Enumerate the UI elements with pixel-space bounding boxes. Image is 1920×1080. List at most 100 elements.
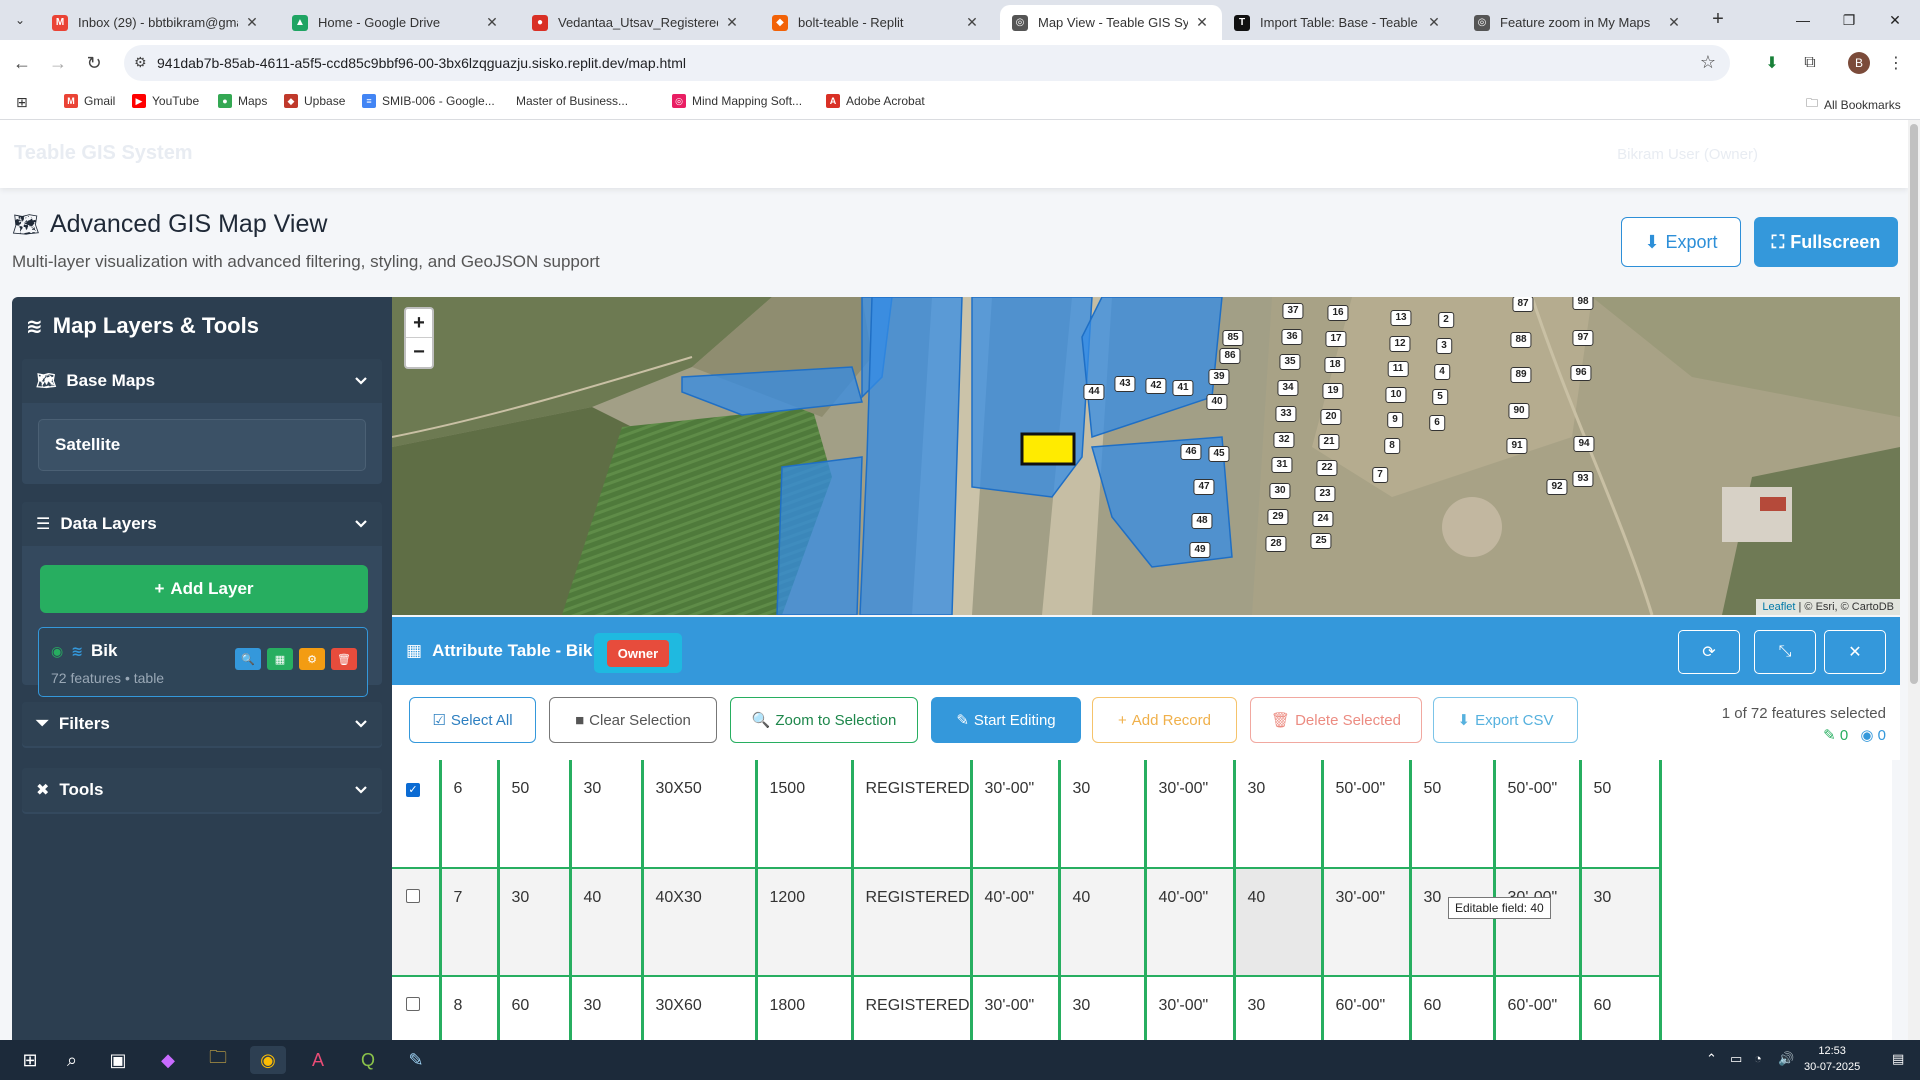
add-layer-button[interactable]: + Add Layer [40,565,368,613]
plot-label[interactable]: 37 [1282,303,1304,319]
table-cell[interactable]: 30 [570,976,644,1040]
select-all-button[interactable]: ☑ Select All [409,697,536,743]
delete-layer-trash-icon[interactable]: 🗑 [331,648,357,670]
plot-label[interactable]: 91 [1506,438,1528,454]
table-cell[interactable]: 40 [570,868,644,977]
table-cell[interactable]: 50'-00" [1322,760,1412,869]
table-cell[interactable]: 8 [440,976,500,1040]
table-cell[interactable]: 30'-00" [1494,868,1582,977]
plot-label[interactable]: 3 [1436,338,1452,354]
app-brand[interactable]: Teable GIS System [14,142,193,165]
row-checkbox[interactable] [406,997,420,1011]
bookmark-item[interactable]: ≡ SMIB-006 - Google... [362,94,495,108]
plot-label[interactable]: 17 [1325,331,1347,347]
plot-label[interactable]: 5 [1432,389,1448,405]
plot-label[interactable]: 11 [1387,361,1409,377]
leaflet-link[interactable]: Leaflet [1762,601,1795,613]
qgis-icon[interactable]: Q [350,1046,386,1074]
copilot-icon[interactable]: ◆ [150,1046,186,1074]
table-cell[interactable]: REGISTERED [852,976,973,1040]
forward-button[interactable]: → [44,49,72,77]
plot-label[interactable]: 93 [1572,471,1594,487]
table-cell[interactable]: 7 [440,868,500,977]
tools-header[interactable]: ✖ Tools [22,768,382,812]
notification-icon[interactable]: ▤ [1892,1051,1904,1067]
plot-label[interactable]: 34 [1277,380,1299,396]
table-cell[interactable]: 50 [498,760,572,869]
layer-card-bik[interactable]: ◉ ≋ Bik 72 features • table 🔍 ▦ ⚙ 🗑 [38,627,368,697]
restore-button[interactable]: ❐ [1826,0,1872,40]
zoom-out-button[interactable]: − [406,338,432,367]
refresh-button[interactable]: ⟳ [1678,630,1740,674]
table-cell[interactable]: REGISTERED [852,868,973,977]
bookmark-item[interactable]: ▶ YouTube [132,94,199,108]
table-cell[interactable]: 30'-00" [1145,976,1236,1040]
table-cell[interactable]: 30X50 [642,760,758,869]
site-info-icon[interactable]: ⚙ [134,54,147,71]
table-row[interactable]: 7 30 40 40X30 1200 REGISTERED 40'-00" 40 40'-00"… [392,868,1662,977]
table-cell[interactable]: 40'-00" [971,868,1061,977]
table-cell[interactable]: REGISTERED [852,760,973,869]
plot-label[interactable]: 32 [1273,432,1295,448]
start-windows-icon[interactable]: ⊞ [12,1046,48,1074]
base-maps-header[interactable]: 🗺 Base Maps [22,359,382,403]
map-canvas[interactable]: 37 16 13 2 87 98 36 17 12 3 88 97 85 86 35 18 11 4 89 96 44 4… [392,297,1900,615]
table-cell[interactable]: 30 [1410,868,1496,977]
data-layers-header[interactable]: ☰ Data Layers [22,502,382,546]
plot-label[interactable]: 97 [1572,330,1594,346]
plot-label[interactable]: 98 [1572,297,1594,310]
bookmark-item[interactable]: A Adobe Acrobat [826,94,925,108]
plot-label[interactable]: 12 [1389,336,1411,352]
base-map-select[interactable]: Satellite [38,419,366,471]
plot-label[interactable]: 28 [1265,536,1287,552]
download-icon[interactable]: ⬇ [1758,49,1786,77]
tab-close-icon[interactable]: ✕ [724,14,740,31]
table-cell[interactable]: 30 [1234,976,1324,1040]
bookmark-item[interactable]: M Gmail [64,94,115,108]
export-csv-button[interactable]: ⬇ Export CSV [1433,697,1578,743]
minimize-button[interactable]: — [1780,0,1826,40]
plot-label[interactable]: 10 [1385,387,1407,403]
browser-tab[interactable]: T Import Table: Base - Teable ✕ [1222,5,1454,40]
plot-label[interactable]: 25 [1310,533,1332,549]
browser-tab[interactable]: ◆ bolt-teable - Replit ✕ [760,5,992,40]
plot-label[interactable]: 18 [1324,357,1346,373]
app-a-icon[interactable]: A [300,1046,336,1074]
table-cell[interactable]: 30'-00" [971,760,1061,869]
plot-label[interactable]: 4 [1434,364,1450,380]
plot-label[interactable]: 8 [1384,438,1400,454]
network-icon[interactable]: ▭ [1730,1051,1742,1067]
plot-label[interactable]: 6 [1429,415,1445,431]
table-cell[interactable]: 40 [1059,868,1147,977]
bookmark-item[interactable]: Master of Business... [516,94,628,108]
plot-label[interactable]: 46 [1180,444,1202,460]
plot-label[interactable]: 21 [1318,434,1340,450]
notepad-icon[interactable]: ✎ [398,1046,434,1074]
table-cell[interactable]: 50 [1580,760,1662,869]
plot-label[interactable]: 22 [1316,460,1338,476]
zoom-in-button[interactable]: + [406,309,432,338]
page-scrollbar-thumb[interactable] [1910,124,1918,684]
table-cell[interactable]: 30 [1059,760,1147,869]
back-button[interactable]: ← [8,49,36,77]
wifi-icon[interactable]: ◔ [1754,1051,1762,1066]
browser-tab[interactable]: ◎ Map View - Teable GIS System ✕ [1000,5,1222,40]
tab-search-chevron-icon[interactable]: ⌄ [8,8,32,32]
plot-label[interactable]: 13 [1390,310,1412,326]
page-scrollbar[interactable] [1908,120,1920,1040]
table-cell[interactable]: 1500 [756,760,854,869]
profile-avatar[interactable]: B [1848,52,1870,74]
tab-close-icon[interactable]: ✕ [1426,14,1442,31]
chrome-menu-icon[interactable]: ⋮ [1882,49,1910,77]
plot-label[interactable]: 42 [1145,378,1167,394]
plot-label[interactable]: 45 [1208,446,1230,462]
plot-label[interactable]: 88 [1510,332,1532,348]
plot-label[interactable]: 24 [1312,511,1334,527]
tray-chevron-icon[interactable]: ⌃ [1706,1051,1717,1067]
browser-tab[interactable]: M Inbox (29) - bbtbikram@gmail.c ✕ [40,5,272,40]
open-table-icon[interactable]: ▦ [267,648,293,670]
plot-label[interactable]: 31 [1271,457,1293,473]
system-clock[interactable]: 12:53 30-07-2025 [1804,1043,1860,1075]
table-row[interactable]: ✓ 6 50 30 30X50 1500 REGISTERED 30'-00" 30 30'-00… [392,760,1662,869]
start-editing-button[interactable]: ✎ Start Editing [931,697,1081,743]
